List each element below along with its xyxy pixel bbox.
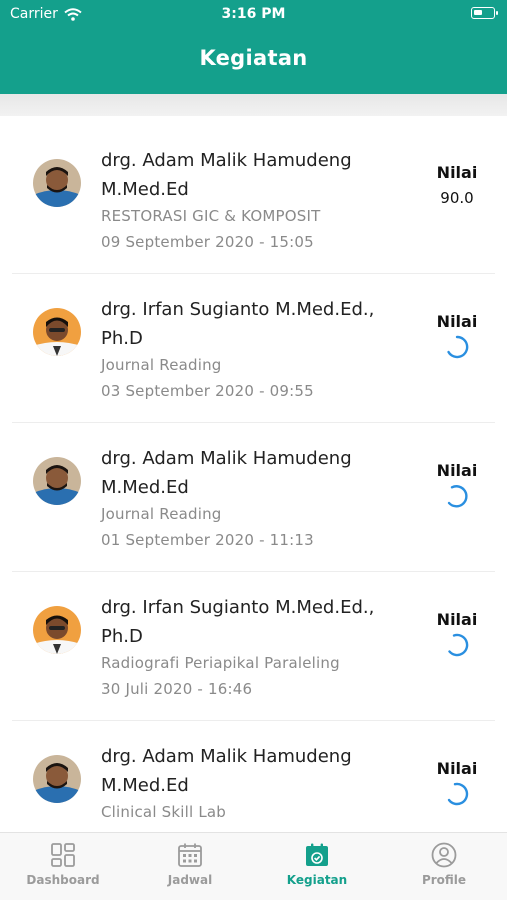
lecturer-name: drg. Adam Malik Hamudeng: [101, 448, 352, 469]
avatar: [33, 606, 81, 654]
activity-date: 01 September 2020 - 11:13: [101, 531, 314, 549]
tab-label: Profile: [421, 873, 467, 887]
loading-spinner-icon: [447, 782, 469, 806]
loading-spinner-icon: [447, 485, 468, 508]
lecturer-name: drg. Irfan Sugianto M.Med.Ed.,: [101, 597, 375, 618]
list-item[interactable]: drg. Adam Malik Hamudeng M.Med.Ed RESTOR…: [12, 126, 495, 274]
activity-subject: Journal Reading: [101, 356, 222, 374]
status-time: 3:16 PM: [221, 6, 286, 22]
lecturer-title: M.Med.Ed: [101, 477, 189, 498]
lecturer-title: Ph.D: [101, 328, 143, 349]
list-item[interactable]: drg. Irfan Sugianto M.Med.Ed., Ph.D Jour…: [12, 275, 495, 423]
activity-date: 30 Juli 2020 - 16:46: [101, 680, 253, 698]
lecturer-title: M.Med.Ed: [101, 775, 189, 796]
page-title: Kegiatan: [199, 46, 308, 70]
list-item[interactable]: drg. Adam Malik Hamudeng M.Med.Ed Clinic…: [12, 722, 495, 832]
header-divider: [0, 94, 507, 116]
score-label: Nilai: [436, 759, 478, 778]
person-photo-icon: [33, 606, 81, 654]
lecturer-title: Ph.D: [101, 626, 143, 647]
loading-spinner-icon: [448, 633, 469, 657]
activity-subject: RESTORASI GIC & KOMPOSIT: [101, 207, 321, 225]
bottom-tab-bar: Dashboard Jadwal Kegiatan Profile: [0, 832, 507, 900]
person-photo-icon: [33, 755, 81, 803]
activity-subject: Journal Reading: [101, 505, 222, 523]
tab-label: Kegiatan: [286, 873, 348, 887]
person-photo-icon: [33, 308, 81, 356]
battery-icon: [471, 7, 498, 19]
calendar-check-icon: [306, 843, 328, 866]
tab-jadwal[interactable]: Jadwal: [127, 833, 253, 900]
avatar: [33, 755, 81, 803]
tab-profile[interactable]: Profile: [381, 833, 507, 900]
score-label: Nilai: [436, 610, 478, 629]
activity-date: 03 September 2020 - 09:55: [101, 382, 314, 400]
tab-label: Dashboard: [26, 873, 100, 887]
tab-kegiatan[interactable]: Kegiatan: [254, 833, 380, 900]
activity-list[interactable]: drg. Adam Malik Hamudeng M.Med.Ed RESTOR…: [0, 126, 507, 832]
user-circle-icon: [431, 842, 457, 868]
list-item[interactable]: drg. Adam Malik Hamudeng M.Med.Ed Journa…: [12, 424, 495, 572]
lecturer-name: drg. Adam Malik Hamudeng: [101, 746, 352, 767]
dashboard-icon: [51, 843, 75, 867]
calendar-icon: [178, 843, 202, 867]
score-label: Nilai: [436, 312, 478, 331]
score-value: 90.0: [440, 189, 474, 207]
person-photo-icon: [33, 457, 81, 505]
person-photo-icon: [33, 159, 81, 207]
score-label: Nilai: [436, 163, 478, 182]
avatar: [33, 457, 81, 505]
activity-subject: Radiografi Periapikal Paraleling: [101, 654, 340, 672]
lecturer-title: M.Med.Ed: [101, 179, 189, 200]
list-item[interactable]: drg. Irfan Sugianto M.Med.Ed., Ph.D Radi…: [12, 573, 495, 721]
lecturer-name: drg. Irfan Sugianto M.Med.Ed.,: [101, 299, 375, 320]
activity-date: 09 September 2020 - 15:05: [101, 233, 314, 251]
activity-subject: Clinical Skill Lab: [101, 803, 227, 821]
lecturer-name: drg. Adam Malik Hamudeng: [101, 150, 352, 171]
tab-dashboard[interactable]: Dashboard: [0, 833, 126, 900]
app-header: Carrier 3:16 PM Kegiatan: [0, 0, 507, 94]
score-label: Nilai: [436, 461, 478, 480]
tab-label: Jadwal: [167, 873, 213, 887]
avatar: [33, 308, 81, 356]
loading-spinner-icon: [447, 335, 469, 359]
status-bar: Carrier 3:16 PM: [0, 0, 507, 30]
avatar: [33, 159, 81, 207]
